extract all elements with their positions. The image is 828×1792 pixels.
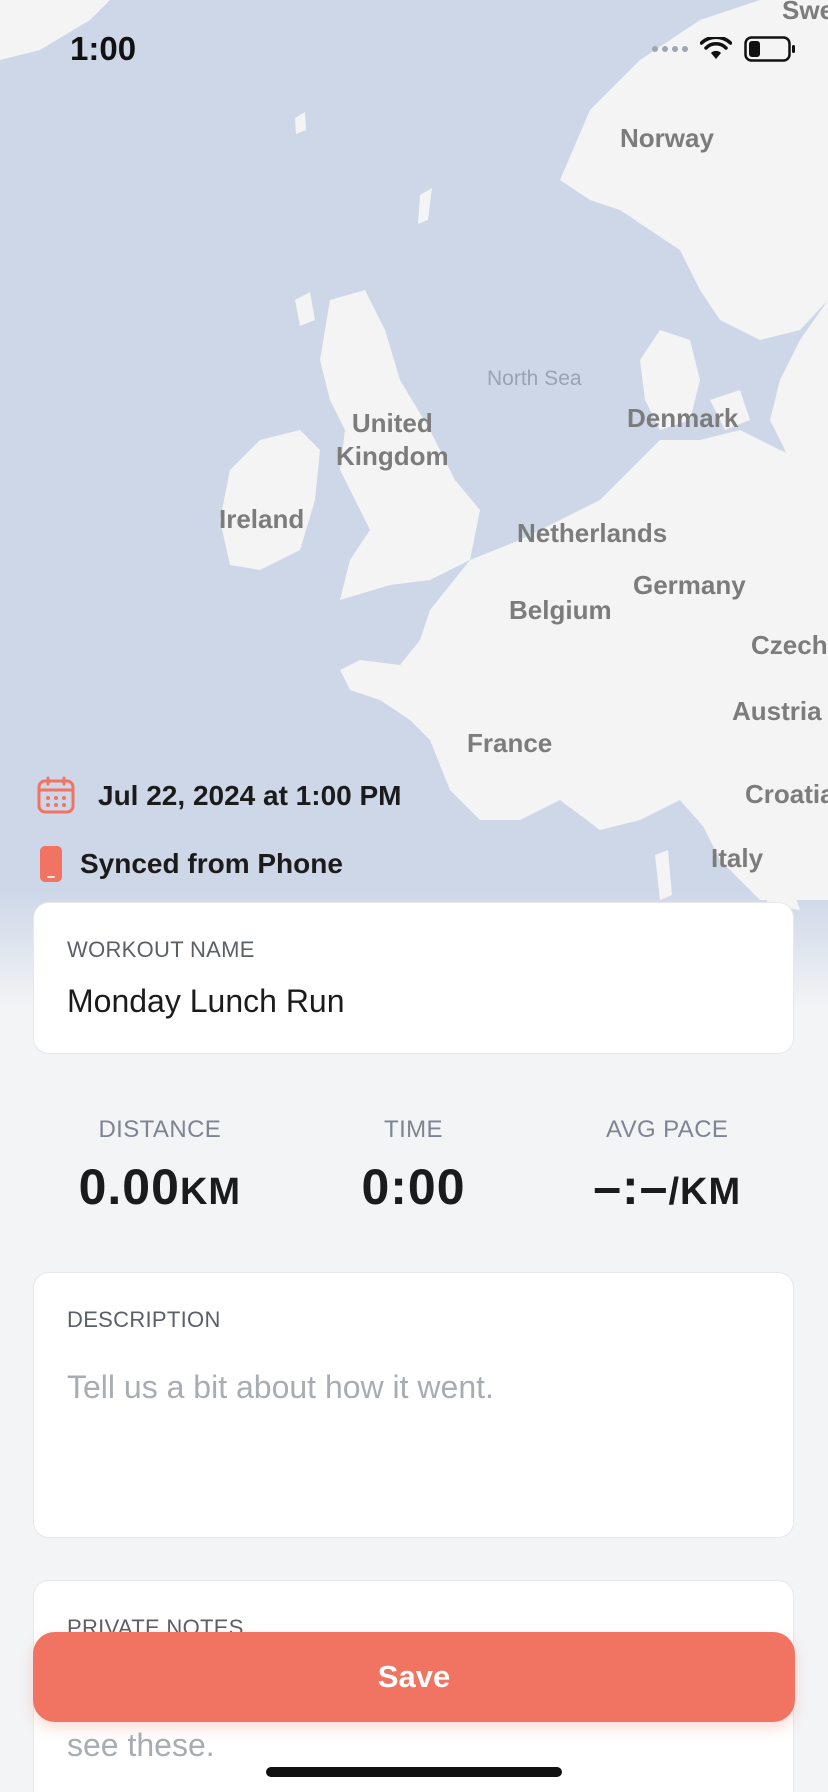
workout-name-field[interactable]: WORKOUT NAME Monday Lunch Run (33, 902, 794, 1054)
map-label-italy: Italy (711, 843, 764, 873)
description-input[interactable]: Tell us a bit about how it went. (67, 1369, 494, 1406)
calendar-icon (37, 776, 75, 814)
status-bar: 1:00 (0, 0, 828, 100)
map-label-denmark: Denmark (627, 403, 739, 433)
map-label-germany: Germany (633, 570, 746, 600)
map-label-north-sea: North Sea (487, 367, 582, 390)
workout-date-row[interactable]: Jul 22, 2024 at 1:00 PM (36, 776, 402, 816)
map-label-united-kingdom: United Kingdom (336, 408, 449, 471)
sync-source-row: Synced from Phone (40, 846, 343, 882)
distance-stat: DISTANCE 0.00KM (33, 1108, 287, 1218)
map-label-norway: Norway (620, 123, 714, 153)
map-label-netherlands: Netherlands (517, 518, 668, 548)
workout-name-input[interactable]: Monday Lunch Run (67, 983, 345, 1020)
workout-name-label: WORKOUT NAME (67, 937, 255, 962)
distance-unit: KM (179, 1171, 242, 1213)
battery-icon (744, 36, 795, 62)
save-button[interactable]: Save (33, 1632, 795, 1722)
time-stat: TIME 0:00 (287, 1108, 541, 1218)
private-notes-input[interactable]: see these. (67, 1727, 215, 1764)
map-label-austria: Austria (732, 696, 822, 726)
map-label-france: France (467, 728, 553, 758)
distance-label: DISTANCE (98, 1116, 222, 1143)
pace-unit: /KM (668, 1171, 742, 1213)
map-label-ireland: Ireland (219, 504, 305, 534)
pace-stat: AVG PACE –:–/KM (540, 1108, 794, 1218)
map-label-belgium: Belgium (509, 595, 612, 625)
workout-date: Jul 22, 2024 at 1:00 PM (98, 780, 402, 811)
time-label: TIME (384, 1116, 443, 1143)
cellular-signal-icon (652, 46, 688, 52)
workout-stats: DISTANCE 0.00KM TIME 0:00 AVG PACE –:–/K… (33, 1108, 794, 1218)
map-label-czechia: Czech (751, 630, 828, 660)
pace-value: –:– (593, 1159, 669, 1215)
status-time: 1:00 (70, 30, 137, 67)
home-indicator[interactable] (266, 1767, 562, 1777)
distance-value-row: 0.00KM (33, 1158, 287, 1216)
sync-source-text: Synced from Phone (80, 848, 343, 879)
description-label: DESCRIPTION (67, 1307, 221, 1332)
distance-value: 0.00 (78, 1159, 180, 1215)
pace-value-row: –:–/KM (540, 1158, 794, 1216)
description-field[interactable]: DESCRIPTION Tell us a bit about how it w… (33, 1272, 794, 1538)
map-label-croatia: Croatia (745, 779, 828, 809)
wifi-icon (700, 37, 732, 59)
status-icons (652, 36, 796, 62)
pace-label: AVG PACE (606, 1116, 729, 1143)
phone-icon (40, 846, 62, 882)
edit-workout-screen: Swe Norway North Sea Denmark United King… (0, 0, 828, 1792)
time-value: 0:00 (361, 1159, 466, 1215)
